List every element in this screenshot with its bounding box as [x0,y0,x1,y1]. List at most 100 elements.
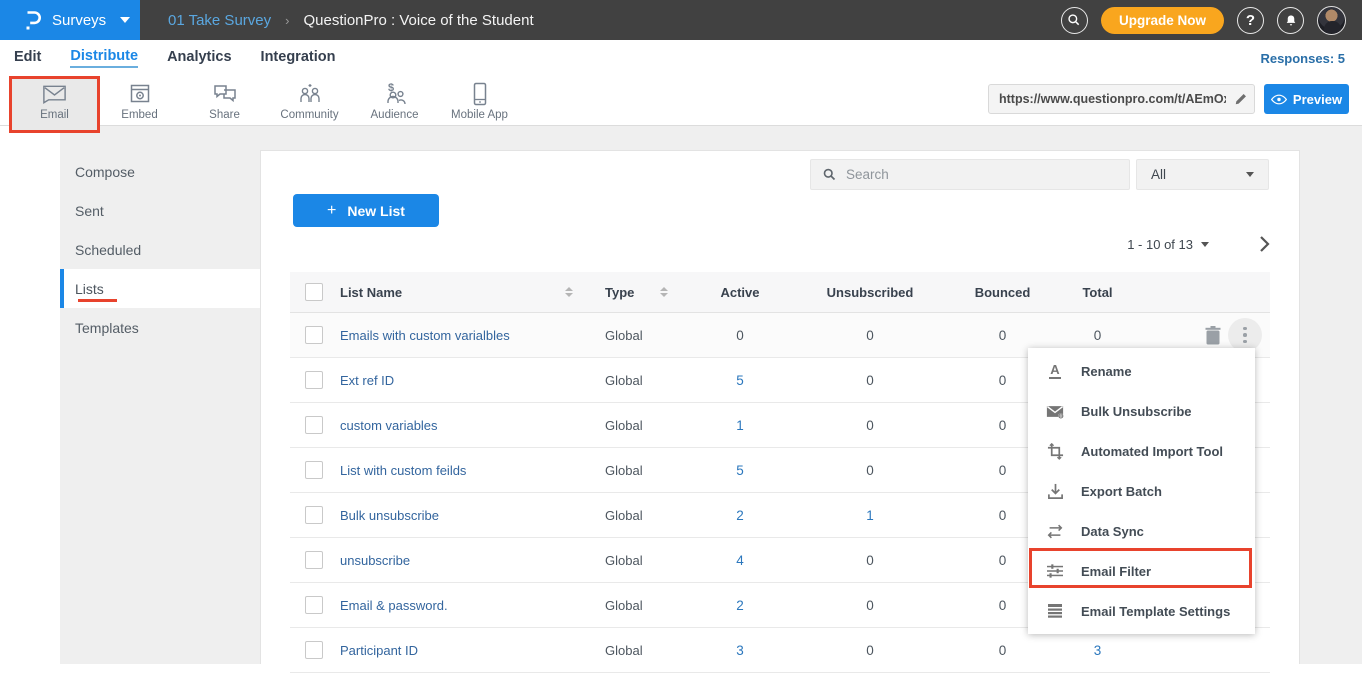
channel-mobile-app[interactable]: Mobile App [437,76,522,126]
row-checkbox[interactable] [305,506,323,524]
annotation-box-email-filter [1029,548,1252,588]
new-list-button[interactable]: + New List [293,194,439,227]
menu-item-email-template-settings[interactable]: Email Template Settings [1028,591,1255,631]
preview-button[interactable]: Preview [1264,84,1349,114]
upgrade-now-button[interactable]: Upgrade Now [1101,7,1224,34]
delete-list-button[interactable] [1205,326,1221,345]
trash-icon [1205,326,1221,345]
row-checkbox[interactable] [305,461,323,479]
list-name-link[interactable]: Email & password. [340,598,585,613]
sidebar-item-scheduled[interactable]: Scheduled [60,230,260,269]
search-icon [1067,13,1081,27]
help-button[interactable]: ? [1237,7,1264,34]
sort-icon[interactable] [565,287,573,297]
unsubscribed-count: 0 [866,598,874,613]
menu-item-export-batch[interactable]: Export Batch [1028,471,1255,511]
notifications-button[interactable] [1277,7,1304,34]
edit-url-button[interactable] [1228,92,1254,106]
questionpro-app: Surveys 01 Take Survey › QuestionPro : V… [0,0,1362,664]
list-search [810,159,1130,190]
bounced-count: 0 [999,508,1007,523]
row-checkbox[interactable] [305,371,323,389]
active-count[interactable]: 2 [736,598,744,613]
active-count[interactable]: 2 [736,508,744,523]
row-checkbox[interactable] [305,641,323,659]
breadcrumb: 01 Take Survey › QuestionPro : Voice of … [140,12,534,29]
active-count[interactable]: 3 [736,643,744,658]
column-header-unsubscribed[interactable]: Unsubscribed [827,285,914,300]
total-count[interactable]: 3 [1094,643,1102,658]
list-filter-dropdown[interactable]: All [1136,159,1269,190]
survey-url-input[interactable] [989,92,1228,106]
survey-url-field [988,84,1255,114]
total-count: 0 [1094,328,1102,343]
channel-email[interactable]: Email [12,76,97,126]
question-mark-icon: ? [1246,12,1255,29]
sort-icon[interactable] [660,287,668,297]
breadcrumb-survey-link[interactable]: 01 Take Survey [168,12,271,29]
active-count[interactable]: 5 [736,373,744,388]
tab-integration[interactable]: Integration [261,49,336,67]
search-input[interactable] [846,167,1096,182]
channel-audience[interactable]: $ Audience [352,76,437,126]
channel-label: Share [209,109,240,121]
active-count[interactable]: 5 [736,463,744,478]
survey-tab-bar: Edit Distribute Analytics Integration Re… [0,40,1362,76]
channel-embed[interactable]: Embed [97,76,182,126]
next-page-button[interactable] [1259,235,1270,253]
menu-item-data-sync[interactable]: Data Sync [1028,511,1255,551]
active-count[interactable]: 1 [736,418,744,433]
column-header-type[interactable]: Type [585,285,710,300]
top-nav: Surveys 01 Take Survey › QuestionPro : V… [0,0,1362,40]
search-icon [822,167,837,182]
row-checkbox[interactable] [305,416,323,434]
sidebar-item-sent[interactable]: Sent [60,191,260,230]
table-header-row: List Name Type Active Unsubscribed Bounc… [290,272,1270,313]
channel-label: Mobile App [451,109,508,121]
list-name-link[interactable]: custom variables [340,418,585,433]
list-type: Global [585,373,710,388]
user-avatar[interactable] [1317,6,1346,35]
list-name-link[interactable]: Bulk unsubscribe [340,508,585,523]
search-button[interactable] [1061,7,1088,34]
list-name-link[interactable]: List with custom feilds [340,463,585,478]
sidebar-item-templates[interactable]: Templates [60,308,260,347]
unsubscribed-count: 0 [866,373,874,388]
tab-analytics[interactable]: Analytics [167,49,231,67]
surveys-menu[interactable]: Surveys [0,0,140,40]
list-name-link[interactable]: Ext ref ID [340,373,585,388]
menu-item-automated-import-tool[interactable]: Automated Import Tool [1028,431,1255,471]
row-menu-button[interactable] [1228,318,1262,352]
select-all-checkbox[interactable] [305,283,323,301]
bounced-count: 0 [999,418,1007,433]
column-header-list-name[interactable]: List Name [340,285,585,300]
active-count[interactable]: 4 [736,553,744,568]
email-template-settings-icon [1047,603,1063,619]
unsubscribed-count: 0 [866,418,874,433]
tab-edit[interactable]: Edit [14,49,41,67]
tab-distribute[interactable]: Distribute [70,48,138,68]
channel-share[interactable]: Share [182,76,267,126]
column-header-total[interactable]: Total [1082,285,1112,300]
list-name-link[interactable]: Emails with custom varialbles [340,328,585,343]
chevron-down-icon [1246,172,1254,177]
list-name-link[interactable]: Participant ID [340,643,585,658]
channel-community[interactable]: Community [267,76,352,126]
unsubscribed-count[interactable]: 1 [866,508,874,523]
row-checkbox[interactable] [305,326,323,344]
sidebar-item-lists[interactable]: Lists [60,269,260,308]
eye-icon [1271,94,1287,105]
row-checkbox[interactable] [305,596,323,614]
row-checkbox[interactable] [305,551,323,569]
unsubscribed-count: 0 [866,643,874,658]
pagination-dropdown-icon[interactable] [1201,242,1209,247]
column-header-bounced[interactable]: Bounced [975,285,1031,300]
menu-item-bulk-unsubscribe[interactable]: Bulk Unsubscribe [1028,391,1255,431]
responses-count[interactable]: Responses: 5 [1260,51,1362,66]
column-header-active[interactable]: Active [720,285,759,300]
chevron-right-icon [1259,235,1270,253]
list-name-link[interactable]: unsubscribe [340,553,585,568]
kebab-menu-icon [1243,327,1247,344]
menu-item-rename[interactable]: A Rename [1028,351,1255,391]
sidebar-item-compose[interactable]: Compose [60,152,260,191]
